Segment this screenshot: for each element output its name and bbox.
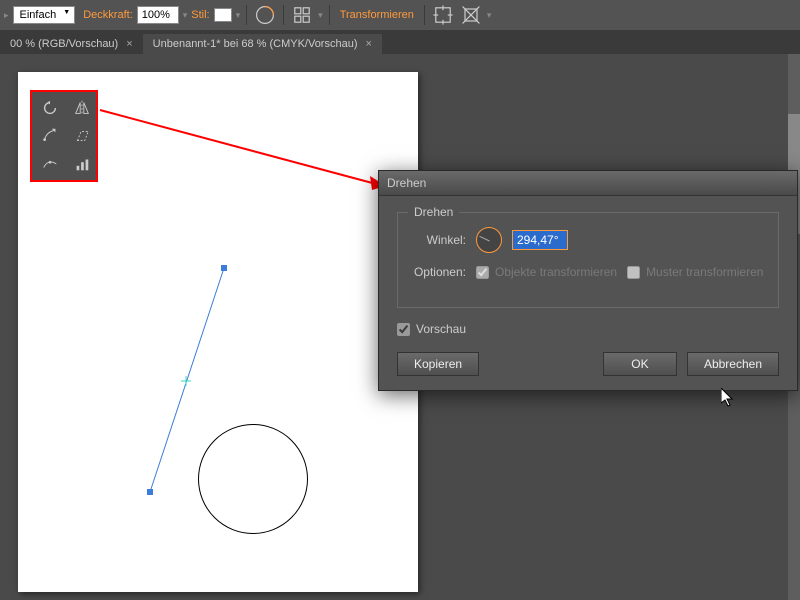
- transform-patterns-checkbox: Muster transformieren: [627, 265, 763, 279]
- transform-link[interactable]: Transformieren: [336, 9, 418, 21]
- isolate-icon[interactable]: [431, 3, 455, 27]
- rotate-dialog: Drehen Drehen Winkel: 294,47° Optionen: …: [378, 170, 798, 391]
- scale-tool-icon[interactable]: [36, 124, 64, 148]
- opacity-label: Deckkraft:: [83, 9, 133, 21]
- align-icon[interactable]: [290, 3, 314, 27]
- style-swatch[interactable]: [214, 8, 232, 22]
- angle-input[interactable]: 294,47°: [512, 230, 568, 250]
- style-label: Stil:: [191, 9, 209, 21]
- checkbox-icon[interactable]: [397, 323, 410, 336]
- angle-label: Winkel:: [410, 233, 466, 247]
- chevron-down-icon[interactable]: ▾: [487, 10, 492, 21]
- checkbox-icon: [476, 266, 489, 279]
- opacity-input[interactable]: 100%: [137, 6, 179, 24]
- blend-mode-dropdown[interactable]: Einfach: [13, 6, 76, 24]
- separator: [246, 5, 247, 25]
- dialog-titlebar[interactable]: Drehen: [379, 171, 797, 196]
- separator: [424, 5, 425, 25]
- circle-path[interactable]: [198, 424, 308, 534]
- chevron-down-icon[interactable]: ▾: [236, 10, 241, 21]
- transform-objects-checkbox: Objekte transformieren: [476, 265, 617, 279]
- chevron-down-icon[interactable]: ▾: [318, 10, 323, 21]
- document-tab[interactable]: 00 % (RGB/Vorschau) ×: [0, 34, 143, 54]
- ok-button[interactable]: OK: [603, 352, 677, 376]
- close-icon[interactable]: ×: [366, 38, 372, 50]
- checkbox-icon: [627, 266, 640, 279]
- options-toolbar: ▸ Einfach Deckkraft: 100% ▾ Stil: ▾ ▾ Tr…: [0, 0, 800, 30]
- rotate-tool-icon[interactable]: [36, 96, 64, 120]
- crop-icon[interactable]: [459, 3, 483, 27]
- separator: [329, 5, 330, 25]
- close-icon[interactable]: ×: [126, 38, 132, 50]
- free-transform-tool-icon[interactable]: [68, 152, 96, 176]
- transform-tools-flyout: [30, 90, 98, 182]
- reflect-tool-icon[interactable]: [68, 96, 96, 120]
- document-tab[interactable]: Unbenannt-1* bei 68 % (CMYK/Vorschau) ×: [143, 34, 382, 54]
- shear-tool-icon[interactable]: [68, 124, 96, 148]
- document-tab-bar: 00 % (RGB/Vorschau) × Unbenannt-1* bei 6…: [0, 30, 800, 54]
- chevron-down-icon[interactable]: ▾: [183, 10, 188, 21]
- preview-checkbox[interactable]: Vorschau: [397, 322, 779, 336]
- options-label: Optionen:: [410, 265, 466, 279]
- tab-label: 00 % (RGB/Vorschau): [10, 38, 118, 50]
- separator: [283, 5, 284, 25]
- recolor-icon[interactable]: [253, 3, 277, 27]
- group-legend: Drehen: [408, 205, 459, 219]
- center-point-icon: [181, 376, 191, 386]
- tab-label: Unbenannt-1* bei 68 % (CMYK/Vorschau): [153, 38, 358, 50]
- copy-button[interactable]: Kopieren: [397, 352, 479, 376]
- cancel-button[interactable]: Abbrechen: [687, 352, 779, 376]
- anchor-point[interactable]: [147, 489, 153, 495]
- anchor-point[interactable]: [221, 265, 227, 271]
- angle-dial[interactable]: [476, 227, 502, 253]
- chevron-icon: ▸: [4, 10, 9, 21]
- reshape-tool-icon[interactable]: [36, 152, 64, 176]
- rotate-group: Drehen Winkel: 294,47° Optionen: Objekte…: [397, 212, 779, 308]
